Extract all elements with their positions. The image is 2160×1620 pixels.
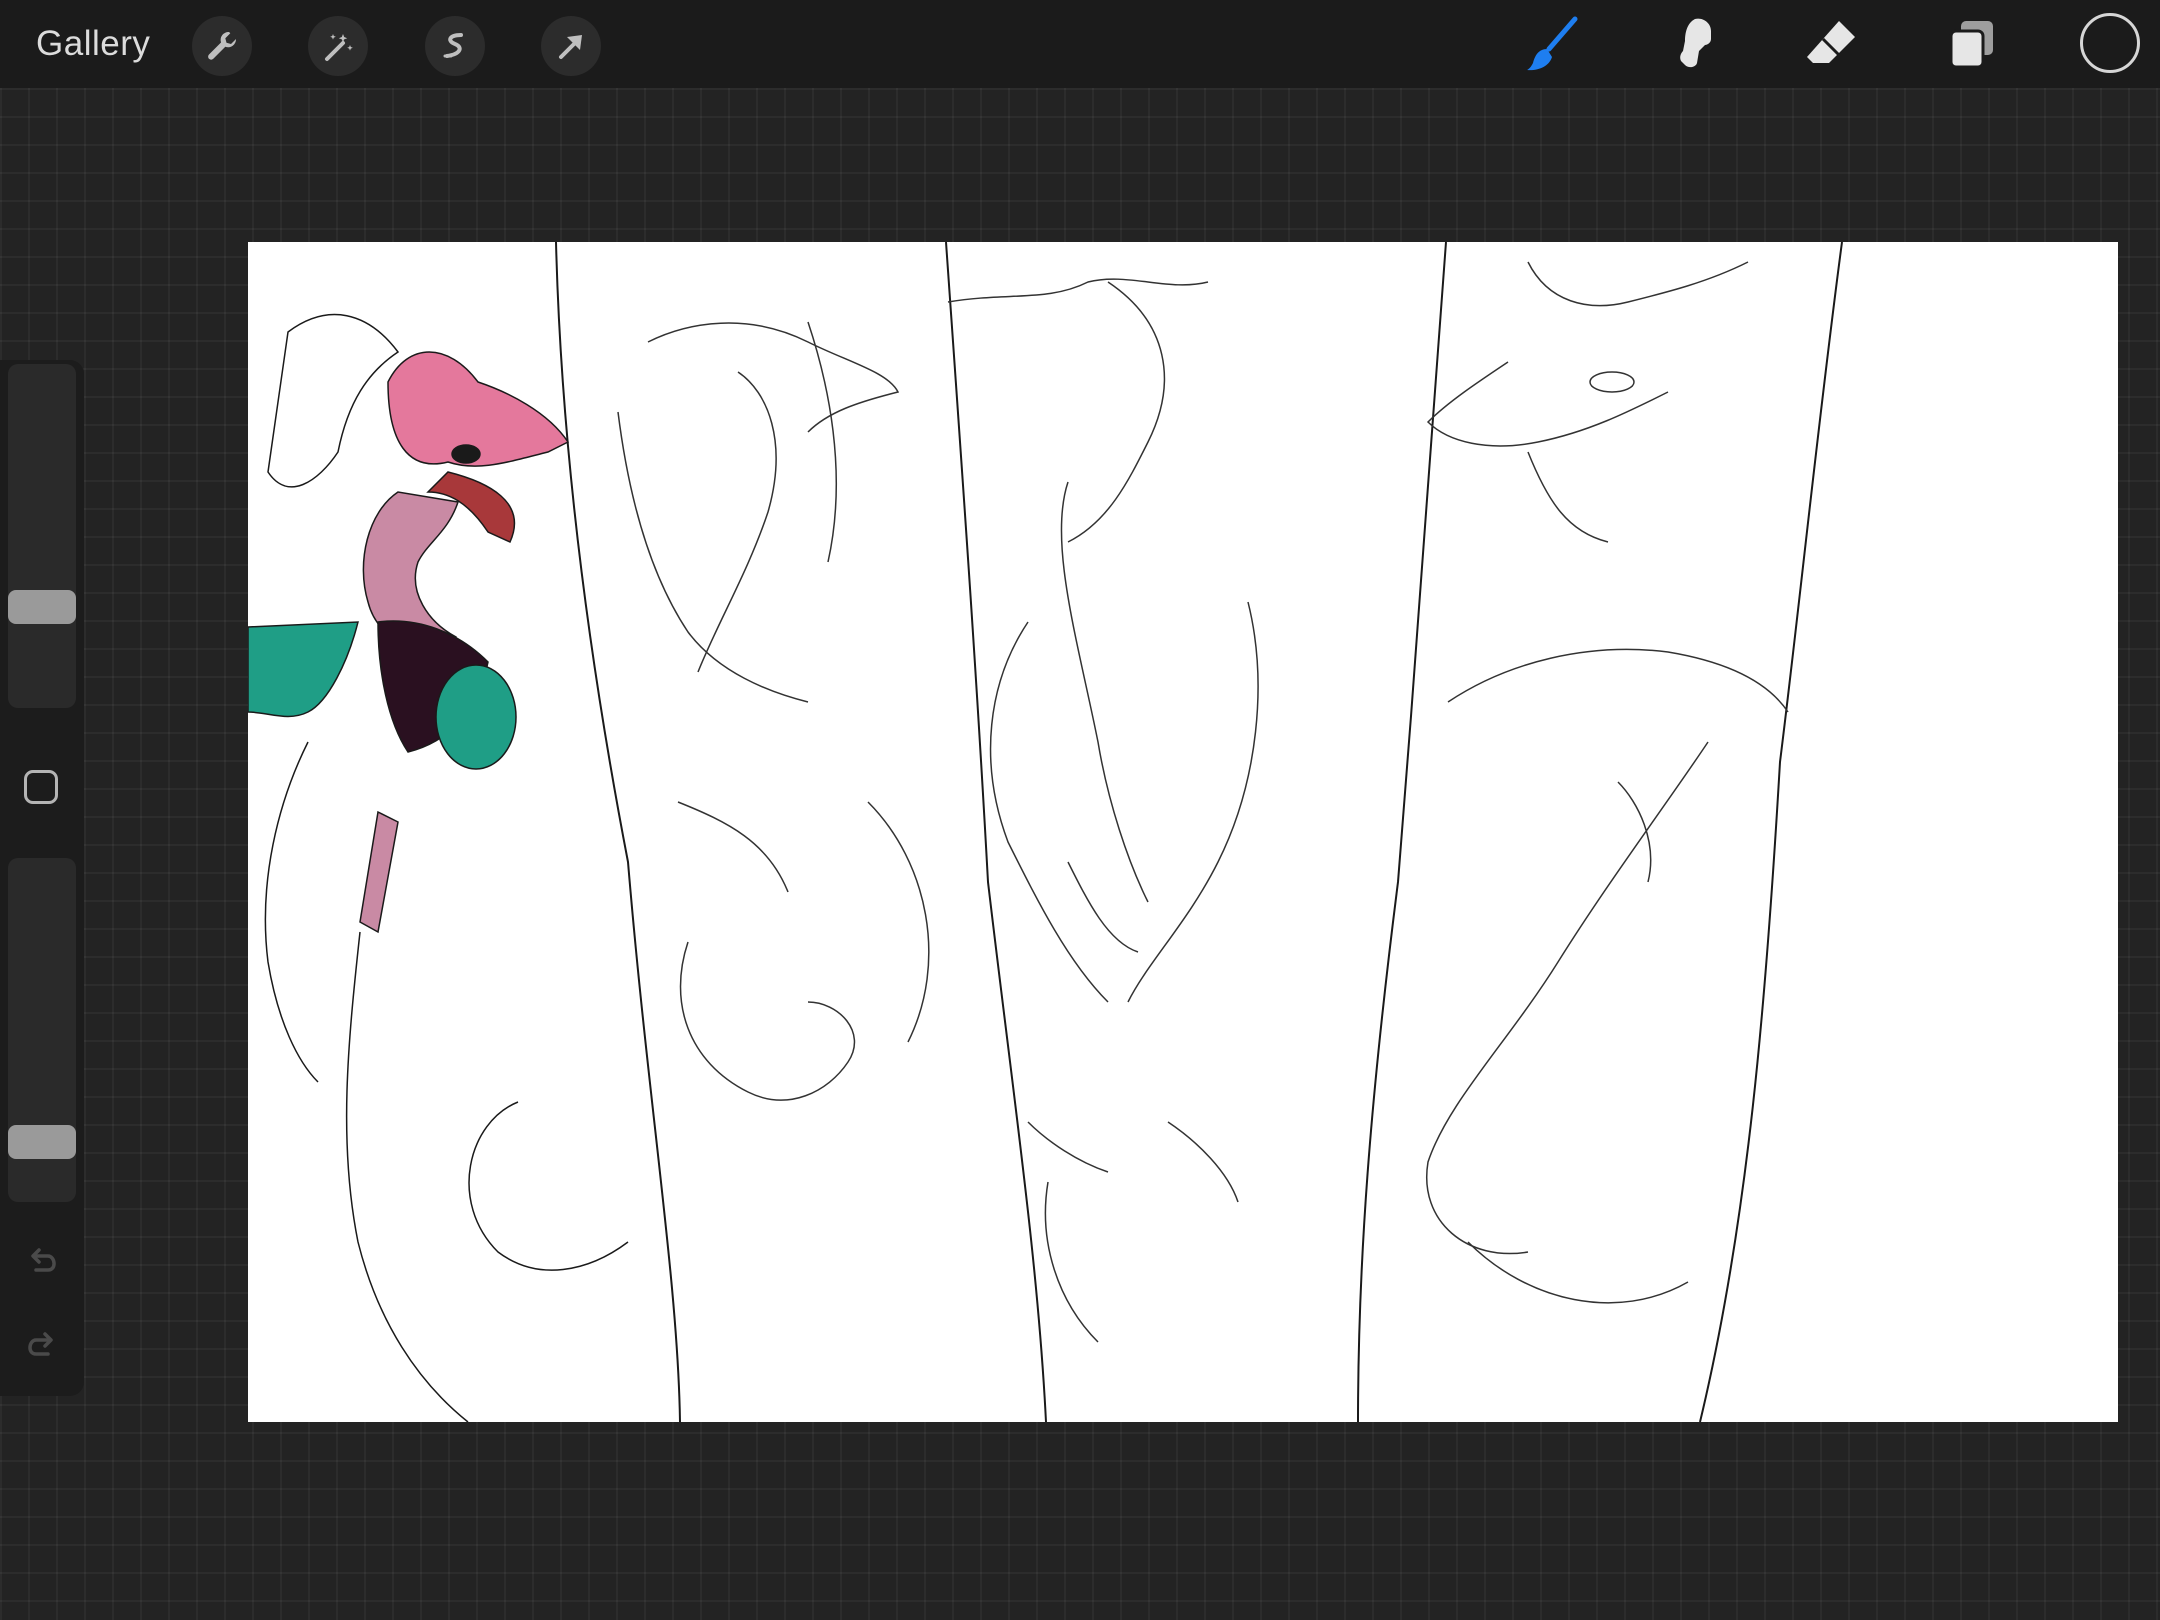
brush-icon <box>1527 16 1578 71</box>
brush-tool-button[interactable] <box>1516 10 1588 78</box>
sketch-dragon-4 <box>1426 261 1789 1304</box>
selection-button[interactable] <box>425 16 485 76</box>
dragon-sketch-artwork <box>248 242 1843 1422</box>
eraser-tool-button[interactable] <box>1796 10 1868 78</box>
magic-wand-icon <box>325 34 353 61</box>
redo-icon <box>28 1332 53 1356</box>
adjustments-button[interactable] <box>308 16 368 76</box>
top-toolbar: Gallery <box>0 0 2160 88</box>
wrench-icon <box>208 31 237 60</box>
modifier-square-icon[interactable] <box>24 770 58 804</box>
panel-divider <box>555 242 681 1422</box>
undo-icon <box>31 1248 56 1272</box>
layers-icon <box>1949 21 1993 69</box>
smudge-tool-button[interactable] <box>1656 10 1728 78</box>
drawing-canvas[interactable] <box>248 242 2118 1422</box>
smudge-icon <box>1680 18 1711 68</box>
brush-size-slider[interactable] <box>8 364 76 708</box>
sketch-dragon-2 <box>617 321 930 1101</box>
opacity-thumb[interactable] <box>8 1125 76 1159</box>
layers-button[interactable] <box>1936 10 2008 78</box>
color-picker-button[interactable] <box>2080 13 2140 73</box>
left-sidebar <box>0 360 84 1396</box>
eraser-icon <box>1807 21 1855 63</box>
brush-size-thumb[interactable] <box>8 590 76 624</box>
sketch-dragon-3 <box>947 278 1259 1343</box>
selection-icon <box>443 33 463 58</box>
undo-button[interactable] <box>18 1238 66 1286</box>
opacity-slider[interactable] <box>8 858 76 1202</box>
panel-divider <box>1699 242 1843 1422</box>
transform-button[interactable] <box>541 16 601 76</box>
gallery-button[interactable]: Gallery <box>36 20 150 68</box>
panel-divider <box>945 242 1047 1422</box>
transform-arrow-icon <box>559 35 582 59</box>
actions-button[interactable] <box>192 16 252 76</box>
redo-button[interactable] <box>18 1322 66 1370</box>
panel-divider <box>1357 242 1447 1422</box>
